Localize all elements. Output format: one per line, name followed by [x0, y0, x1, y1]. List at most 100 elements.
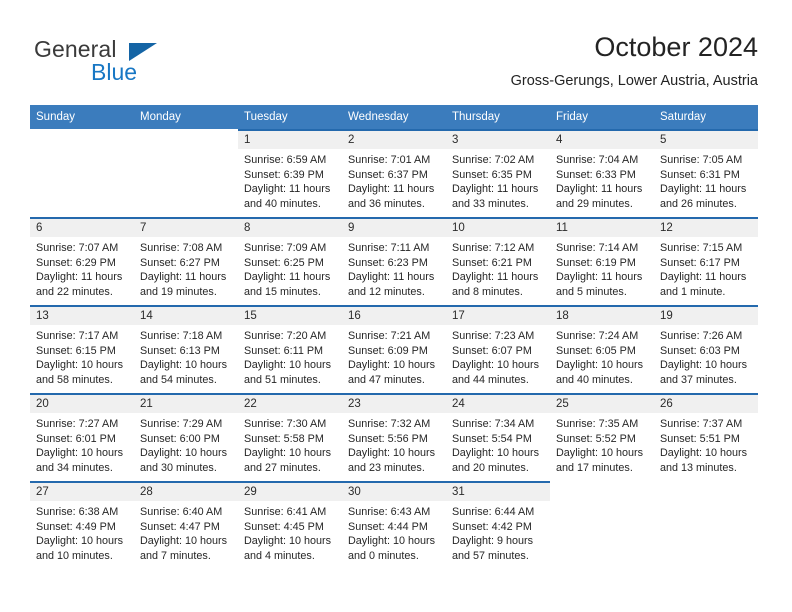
- sunrise-time: Sunrise: 7:12 AM: [452, 242, 535, 254]
- day-number: 12: [654, 219, 758, 237]
- generalblue-logo[interactable]: General Blue: [34, 36, 234, 90]
- calendar-cell-day-25[interactable]: 25 Sunrise: 7:35 AM Sunset: 5:52 PM Dayligh…: [550, 393, 654, 481]
- sunrise-time: Sunrise: 7:30 AM: [244, 418, 327, 430]
- calendar-cell-day-1[interactable]: 1 Sunrise: 6:59 AM Sunset: 6:39 PM Daylight…: [238, 129, 342, 217]
- calendar-cell-day-21[interactable]: 21 Sunrise: 7:29 AM Sunset: 6:00 PM Dayligh…: [134, 393, 238, 481]
- day-details: Sunrise: 7:24 AM Sunset: 6:05 PM Daylight:…: [550, 325, 654, 387]
- calendar-cell-day-16[interactable]: 16 Sunrise: 7:21 AM Sunset: 6:09 PM Dayligh…: [342, 305, 446, 393]
- day-details: Sunrise: 7:15 AM Sunset: 6:17 PM Daylight:…: [654, 237, 758, 299]
- calendar-cell-inner: 10 Sunrise: 7:12 AM Sunset: 6:21 PM Dayligh…: [446, 217, 550, 305]
- calendar-cell-day-23[interactable]: 23 Sunrise: 7:32 AM Sunset: 5:56 PM Dayligh…: [342, 393, 446, 481]
- calendar-cell-day-29[interactable]: 29 Sunrise: 6:41 AM Sunset: 4:45 PM Dayligh…: [238, 481, 342, 569]
- day-details: Sunrise: 7:17 AM Sunset: 6:15 PM Daylight:…: [30, 325, 134, 387]
- calendar-cell-day-18[interactable]: 18 Sunrise: 7:24 AM Sunset: 6:05 PM Dayligh…: [550, 305, 654, 393]
- sunset-time: Sunset: 6:21 PM: [452, 256, 532, 269]
- calendar-cell-inner: [30, 129, 134, 217]
- sunset-time: Sunset: 6:15 PM: [36, 344, 116, 357]
- daylight-duration-line2: and 26 minutes.: [660, 197, 737, 210]
- daylight-duration-line2: and 13 minutes.: [660, 461, 737, 474]
- calendar-cell-inner: 18 Sunrise: 7:24 AM Sunset: 6:05 PM Dayligh…: [550, 305, 654, 393]
- calendar-cell-day-31[interactable]: 31 Sunrise: 6:44 AM Sunset: 4:42 PM Dayligh…: [446, 481, 550, 569]
- calendar-cell-day-26[interactable]: 26 Sunrise: 7:37 AM Sunset: 5:51 PM Dayligh…: [654, 393, 758, 481]
- calendar-cell-day-3[interactable]: 3 Sunrise: 7:02 AM Sunset: 6:35 PM Daylight…: [446, 129, 550, 217]
- sunrise-time: Sunrise: 7:35 AM: [556, 418, 639, 430]
- sunset-time: Sunset: 5:56 PM: [348, 432, 428, 445]
- calendar-cell-day-20[interactable]: 20 Sunrise: 7:27 AM Sunset: 6:01 PM Dayligh…: [30, 393, 134, 481]
- daylight-duration-line2: and 30 minutes.: [140, 461, 217, 474]
- daylight-duration-line1: Daylight: 11 hours: [244, 271, 331, 284]
- sunset-time: Sunset: 6:25 PM: [244, 256, 324, 269]
- calendar-cell-day-19[interactable]: 19 Sunrise: 7:26 AM Sunset: 6:03 PM Dayligh…: [654, 305, 758, 393]
- calendar-cell-day-7[interactable]: 7 Sunrise: 7:08 AM Sunset: 6:27 PM Daylight…: [134, 217, 238, 305]
- daylight-duration-line1: Daylight: 11 hours: [348, 183, 435, 196]
- sunrise-time: Sunrise: 7:26 AM: [660, 330, 743, 342]
- day-number: 4: [550, 131, 654, 149]
- daylight-duration-line1: Daylight: 10 hours: [660, 447, 748, 460]
- calendar-cell-day-13[interactable]: 13 Sunrise: 7:17 AM Sunset: 6:15 PM Dayligh…: [30, 305, 134, 393]
- daylight-duration-line1: Daylight: 10 hours: [348, 359, 436, 372]
- calendar-cell-day-2[interactable]: 2 Sunrise: 7:01 AM Sunset: 6:37 PM Daylight…: [342, 129, 446, 217]
- daylight-duration-line1: Daylight: 10 hours: [244, 535, 332, 548]
- sunset-time: Sunset: 6:37 PM: [348, 168, 428, 181]
- calendar-cell-inner: 13 Sunrise: 7:17 AM Sunset: 6:15 PM Dayligh…: [30, 305, 134, 393]
- calendar-cell-inner: [550, 481, 654, 569]
- day-number: 22: [238, 395, 342, 413]
- calendar-cell-day-8[interactable]: 8 Sunrise: 7:09 AM Sunset: 6:25 PM Daylight…: [238, 217, 342, 305]
- calendar-cell-day-9[interactable]: 9 Sunrise: 7:11 AM Sunset: 6:23 PM Daylight…: [342, 217, 446, 305]
- sunrise-time: Sunrise: 7:11 AM: [348, 242, 430, 254]
- weekday-header-friday: Friday: [550, 105, 654, 129]
- calendar-cell-day-24[interactable]: 24 Sunrise: 7:34 AM Sunset: 5:54 PM Dayligh…: [446, 393, 550, 481]
- sunrise-time: Sunrise: 6:38 AM: [36, 506, 119, 518]
- sunset-time: Sunset: 6:27 PM: [140, 256, 220, 269]
- daylight-duration-line2: and 0 minutes.: [348, 549, 419, 562]
- calendar-cell-inner: 30 Sunrise: 6:43 AM Sunset: 4:44 PM Dayligh…: [342, 481, 446, 569]
- calendar-cell-day-10[interactable]: 10 Sunrise: 7:12 AM Sunset: 6:21 PM Dayligh…: [446, 217, 550, 305]
- sunset-time: Sunset: 6:01 PM: [36, 432, 116, 445]
- day-details: Sunrise: 6:40 AM Sunset: 4:47 PM Daylight:…: [134, 501, 238, 563]
- day-details: Sunrise: 7:35 AM Sunset: 5:52 PM Daylight:…: [550, 413, 654, 475]
- calendar-cell-day-28[interactable]: 28 Sunrise: 6:40 AM Sunset: 4:47 PM Dayligh…: [134, 481, 238, 569]
- calendar-week-row: 20 Sunrise: 7:27 AM Sunset: 6:01 PM Dayligh…: [30, 393, 758, 481]
- calendar-cell-day-4[interactable]: 4 Sunrise: 7:04 AM Sunset: 6:33 PM Daylight…: [550, 129, 654, 217]
- daylight-duration-line1: Daylight: 11 hours: [244, 183, 331, 196]
- sunset-time: Sunset: 4:45 PM: [244, 520, 324, 533]
- day-details: Sunrise: 7:34 AM Sunset: 5:54 PM Daylight:…: [446, 413, 550, 475]
- day-number: 9: [342, 219, 446, 237]
- daylight-duration-line1: Daylight: 10 hours: [36, 535, 124, 548]
- day-number: 21: [134, 395, 238, 413]
- sunset-time: Sunset: 6:05 PM: [556, 344, 636, 357]
- calendar-cell-day-17[interactable]: 17 Sunrise: 7:23 AM Sunset: 6:07 PM Dayligh…: [446, 305, 550, 393]
- daylight-duration-line2: and 51 minutes.: [244, 373, 321, 386]
- sunset-time: Sunset: 6:17 PM: [660, 256, 740, 269]
- sunset-time: Sunset: 5:51 PM: [660, 432, 740, 445]
- calendar-cell-day-27[interactable]: 27 Sunrise: 6:38 AM Sunset: 4:49 PM Dayligh…: [30, 481, 134, 569]
- day-number: 8: [238, 219, 342, 237]
- calendar-cell-day-22[interactable]: 22 Sunrise: 7:30 AM Sunset: 5:58 PM Dayligh…: [238, 393, 342, 481]
- calendar-cell-day-30[interactable]: 30 Sunrise: 6:43 AM Sunset: 4:44 PM Dayligh…: [342, 481, 446, 569]
- daylight-duration-line2: and 22 minutes.: [36, 285, 113, 298]
- day-details: Sunrise: 6:44 AM Sunset: 4:42 PM Daylight:…: [446, 501, 550, 563]
- calendar-cell-inner: 8 Sunrise: 7:09 AM Sunset: 6:25 PM Daylight…: [238, 217, 342, 305]
- day-number: 20: [30, 395, 134, 413]
- sunset-time: Sunset: 6:09 PM: [348, 344, 428, 357]
- day-number: 31: [446, 483, 550, 501]
- daylight-duration-line2: and 1 minute.: [660, 285, 726, 298]
- calendar-cell-day-5[interactable]: 5 Sunrise: 7:05 AM Sunset: 6:31 PM Daylight…: [654, 129, 758, 217]
- calendar-cell-day-14[interactable]: 14 Sunrise: 7:18 AM Sunset: 6:13 PM Dayligh…: [134, 305, 238, 393]
- day-details: Sunrise: 7:18 AM Sunset: 6:13 PM Daylight:…: [134, 325, 238, 387]
- calendar-cell-day-6[interactable]: 6 Sunrise: 7:07 AM Sunset: 6:29 PM Daylight…: [30, 217, 134, 305]
- sunset-time: Sunset: 6:13 PM: [140, 344, 220, 357]
- weekday-header-wednesday: Wednesday: [342, 105, 446, 129]
- day-details: Sunrise: 7:26 AM Sunset: 6:03 PM Daylight:…: [654, 325, 758, 387]
- calendar-cell-day-11[interactable]: 11 Sunrise: 7:14 AM Sunset: 6:19 PM Dayligh…: [550, 217, 654, 305]
- calendar-cell-inner: 22 Sunrise: 7:30 AM Sunset: 5:58 PM Dayligh…: [238, 393, 342, 481]
- calendar-cell-inner: 12 Sunrise: 7:15 AM Sunset: 6:17 PM Dayligh…: [654, 217, 758, 305]
- daylight-duration-line1: Daylight: 11 hours: [660, 271, 747, 284]
- sunrise-time: Sunrise: 7:15 AM: [660, 242, 743, 254]
- sunrise-time: Sunrise: 7:20 AM: [244, 330, 327, 342]
- daylight-duration-line1: Daylight: 10 hours: [348, 447, 436, 460]
- day-number: 10: [446, 219, 550, 237]
- calendar-cell-day-12[interactable]: 12 Sunrise: 7:15 AM Sunset: 6:17 PM Dayligh…: [654, 217, 758, 305]
- weekday-header-tuesday: Tuesday: [238, 105, 342, 129]
- calendar-cell-day-15[interactable]: 15 Sunrise: 7:20 AM Sunset: 6:11 PM Dayligh…: [238, 305, 342, 393]
